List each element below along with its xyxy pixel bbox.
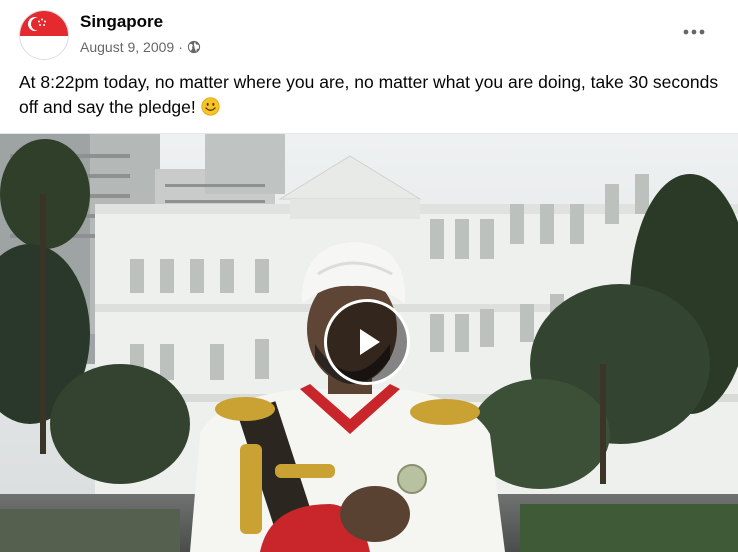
play-button[interactable] xyxy=(324,299,410,385)
singapore-flag-icon xyxy=(20,11,68,59)
play-icon xyxy=(360,329,380,355)
globe-icon[interactable] xyxy=(187,40,201,54)
meta-separator: · xyxy=(178,39,183,55)
smiling-face-icon xyxy=(201,97,220,116)
post-date-link[interactable]: August 9, 2009 xyxy=(80,39,174,55)
page-name-link[interactable]: Singapore xyxy=(80,12,163,32)
post-message: At 8:22pm today, no matter where you are… xyxy=(19,70,719,120)
post-card: Singapore August 9, 2009 · At 8:22pm tod… xyxy=(0,0,738,552)
more-options-icon xyxy=(683,29,705,35)
post-meta: August 9, 2009 · xyxy=(80,39,201,55)
post-options-button[interactable] xyxy=(676,16,712,48)
video-player[interactable] xyxy=(0,134,738,552)
post-message-text: At 8:22pm today, no matter where you are… xyxy=(19,72,719,117)
page-avatar[interactable] xyxy=(19,10,69,60)
